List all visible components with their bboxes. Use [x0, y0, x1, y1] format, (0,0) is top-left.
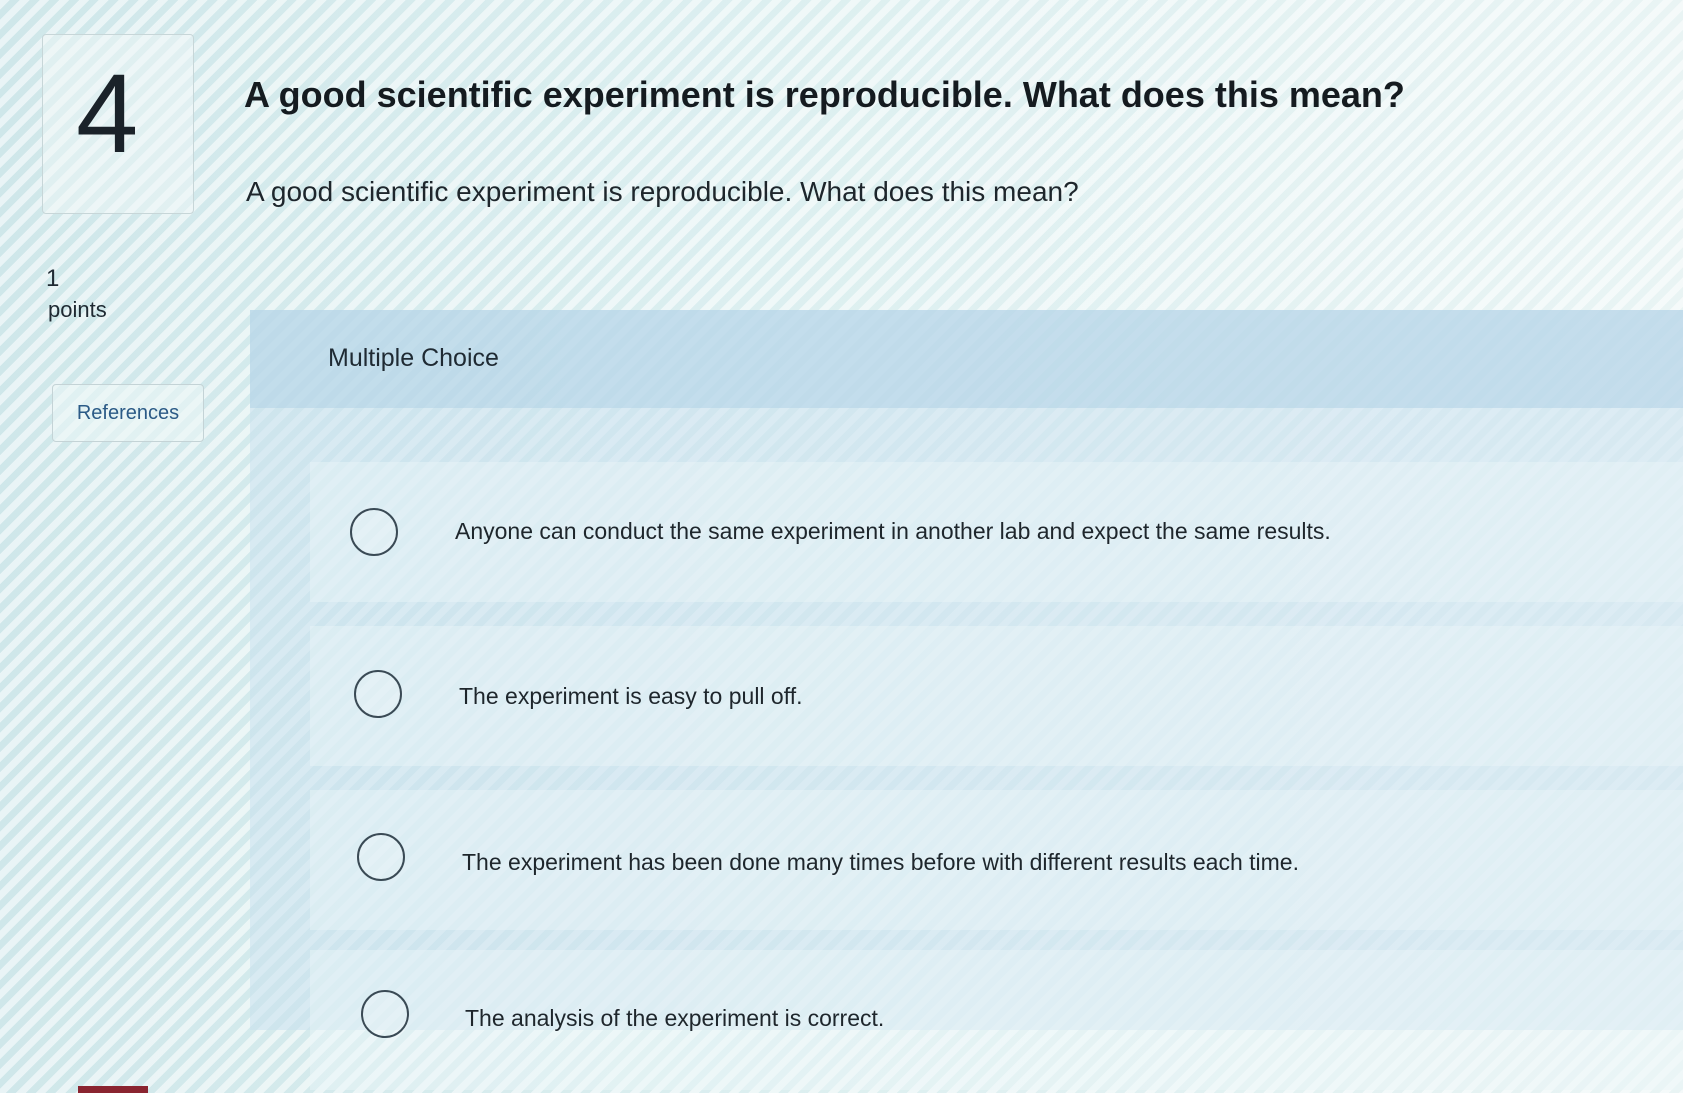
- points-label: points: [48, 297, 107, 322]
- question-number: 4: [76, 51, 139, 176]
- answer-option-text: The experiment has been done many times …: [462, 849, 1299, 875]
- radio-button-option-1[interactable]: [350, 508, 398, 556]
- answer-option-text: The experiment is easy to pull off.: [459, 683, 803, 709]
- footer-tab[interactable]: [78, 1086, 148, 1093]
- answer-option-text: The analysis of the experiment is correc…: [465, 1005, 885, 1031]
- references-button[interactable]: References: [52, 384, 204, 442]
- question-type-label: Multiple Choice: [328, 344, 499, 372]
- radio-button-option-4[interactable]: [361, 990, 409, 1038]
- radio-button-option-2[interactable]: [354, 670, 402, 718]
- answer-option-text: Anyone can conduct the same experiment i…: [455, 518, 1331, 544]
- radio-button-option-3[interactable]: [357, 833, 405, 881]
- points-value: 1: [46, 265, 60, 292]
- question-title: A good scientific experiment is reproduc…: [244, 74, 1405, 115]
- question-text: A good scientific experiment is reproduc…: [246, 176, 1079, 207]
